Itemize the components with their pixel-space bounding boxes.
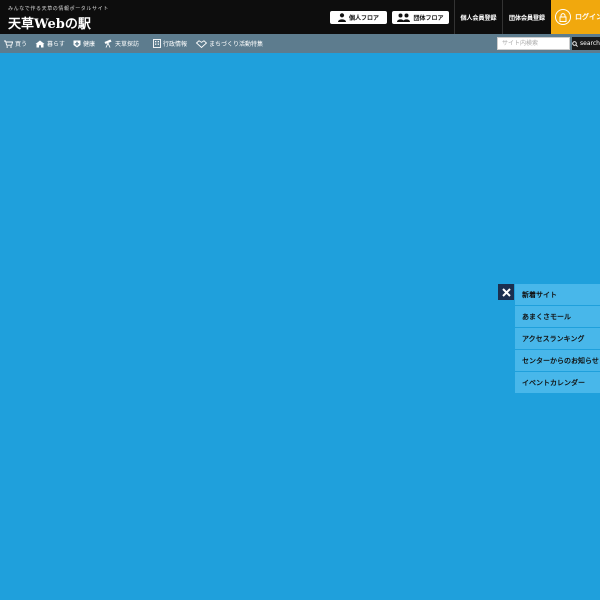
- search-icon: [572, 40, 578, 47]
- nav-item-label: 暮らす: [47, 41, 65, 48]
- telescope-icon: [104, 39, 112, 48]
- side-item-new-sites[interactable]: 新着サイト: [515, 284, 600, 305]
- side-item-event-calendar[interactable]: イベントカレンダー: [515, 372, 600, 393]
- nav-item-explore[interactable]: 天草探訪: [104, 34, 139, 53]
- search-button[interactable]: search: [572, 37, 600, 50]
- person-icon: [337, 13, 346, 22]
- personal-floor-label: 個人フロア: [348, 15, 379, 22]
- site-search-input[interactable]: [497, 37, 570, 50]
- side-item-amakusa-mall[interactable]: あまくさモール: [515, 306, 600, 327]
- side-item-label: センターからのお知らせ: [522, 356, 599, 365]
- group-registration-link[interactable]: 団体会員登録: [502, 0, 551, 34]
- personal-floor-button[interactable]: 個人フロア: [330, 11, 387, 24]
- group-floor-button[interactable]: 団体フロア: [392, 11, 449, 24]
- cart-icon: [4, 40, 13, 48]
- house-icon: [35, 40, 45, 47]
- side-item-label: イベントカレンダー: [522, 378, 585, 387]
- personal-registration-label: 個人会員登録: [460, 14, 497, 22]
- nav-item-health[interactable]: 健康: [73, 34, 95, 53]
- group-icon: [397, 13, 411, 22]
- site-logo[interactable]: みんなで作る天草の情報ポータルサイト 天草Webの駅: [8, 5, 109, 32]
- search-button-label: search: [580, 40, 600, 47]
- side-panel-close-button[interactable]: [498, 284, 514, 300]
- nav-item-living[interactable]: 暮らす: [35, 34, 65, 53]
- nav-item-government[interactable]: 行政情報: [153, 34, 187, 53]
- nav-item-label: まちづくり活動特集: [209, 41, 264, 48]
- nav-item-shop[interactable]: 買う: [4, 34, 27, 53]
- nav-item-community[interactable]: まちづくり活動特集: [196, 34, 263, 53]
- side-item-label: アクセスランキング: [522, 334, 585, 343]
- side-item-access-ranking[interactable]: アクセスランキング: [515, 328, 600, 349]
- nav-item-label: 健康: [83, 41, 96, 48]
- lock-icon: [555, 9, 571, 25]
- close-icon: [501, 287, 511, 297]
- side-panel-menu: 新着サイト あまくさモール アクセスランキング センターからのお知らせ イベント…: [515, 284, 600, 394]
- login-button[interactable]: ログイン: [551, 0, 600, 34]
- side-item-center-news[interactable]: センターからのお知らせ: [515, 350, 600, 371]
- personal-registration-link[interactable]: 個人会員登録: [454, 0, 502, 34]
- group-registration-label: 団体会員登録: [508, 14, 545, 22]
- health-cross-icon: [73, 40, 81, 47]
- building-icon: [153, 39, 161, 48]
- nav-item-label: 天草探訪: [115, 41, 140, 48]
- top-header: みんなで作る天草の情報ポータルサイト 天草Webの駅 個人フロア 団体フロア 個…: [0, 0, 600, 34]
- side-item-label: あまくさモール: [522, 312, 571, 321]
- logo-tagline: みんなで作る天草の情報ポータルサイト: [8, 6, 109, 12]
- nav-item-label: 買う: [15, 41, 28, 48]
- logo-title: 天草Webの駅: [8, 17, 91, 32]
- side-item-label: 新着サイト: [522, 290, 557, 299]
- login-label: ログイン: [575, 13, 600, 21]
- group-floor-label: 団体フロア: [413, 15, 444, 22]
- handshake-icon: [196, 39, 207, 48]
- nav-item-label: 行政情報: [163, 41, 188, 48]
